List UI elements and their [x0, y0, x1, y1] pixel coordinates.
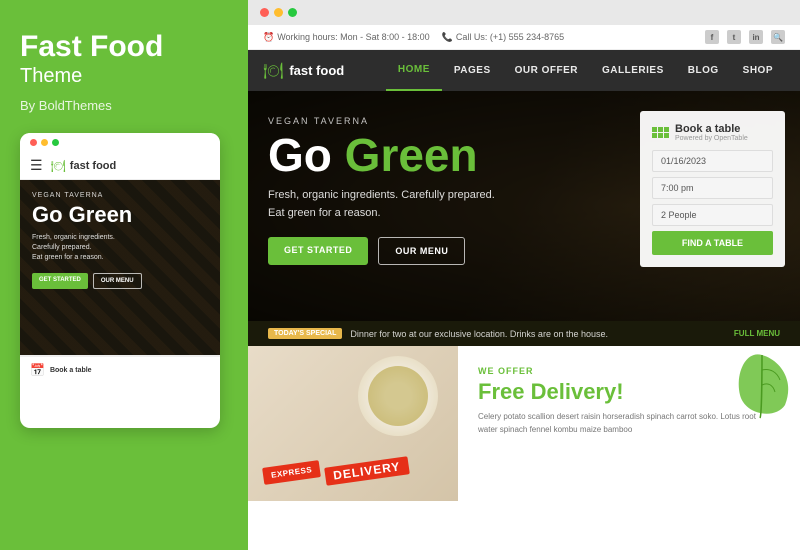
book-title: Book a table [675, 123, 748, 135]
find-table-button[interactable]: Find a table [652, 231, 773, 255]
working-hours: ⏰ Working hours: Mon - Sat 8:00 - 18:00 [263, 32, 430, 43]
brand-subtitle: Theme [20, 65, 228, 88]
main-nav: 🍽 fast food HOME PAGES OUR OFFER GALLERI… [248, 50, 800, 91]
top-bar-left: ⏰ Working hours: Mon - Sat 8:00 - 18:00 … [263, 32, 564, 43]
right-panel: ⏰ Working hours: Mon - Sat 8:00 - 18:00 … [248, 0, 800, 550]
mobile-logo-text: fast food [70, 160, 116, 172]
nav-item-home[interactable]: HOME [386, 50, 442, 91]
mobile-dot-red [30, 139, 37, 146]
full-menu-link[interactable]: FULL MENU [734, 329, 780, 338]
search-icon[interactable]: 🔍 [771, 30, 785, 44]
top-bar: ⏰ Working hours: Mon - Sat 8:00 - 18:00 … [248, 25, 800, 50]
leaf-decoration [735, 350, 790, 420]
nav-item-galleries[interactable]: GALLERIES [590, 51, 676, 90]
nav-logo-area: 🍽 fast food [263, 51, 359, 91]
mobile-top-bar [20, 133, 220, 152]
mobile-logo-area: 🍽 fast food [51, 159, 117, 173]
food-bowl [358, 356, 438, 436]
twitter-icon[interactable]: t [727, 30, 741, 44]
mobile-get-started-button[interactable]: GET STARTED [32, 273, 88, 289]
special-badge: TODAY'S SPECIAL [268, 328, 342, 339]
hero-our-menu-button[interactable]: OUR MENU [378, 237, 465, 265]
nav-logo-text: fast food [289, 63, 344, 78]
browser-chrome [248, 0, 800, 25]
book-time-field[interactable]: 7:00 pm [652, 177, 773, 199]
call-us: 📞 Call Us: (+1) 555 234-8765 [442, 32, 565, 43]
top-bar-right: f t in 🔍 [705, 30, 785, 44]
book-party-field[interactable]: 2 People [652, 204, 773, 226]
nav-item-pages[interactable]: PAGES [442, 51, 503, 90]
delivery-description: Celery potato scallion desert raisin hor… [478, 411, 758, 437]
mobile-nav: ☰ 🍽 fast food [20, 152, 220, 180]
mobile-book-text: Book a table [50, 367, 92, 374]
mobile-our-menu-button[interactable]: OUR MENU [93, 273, 142, 289]
browser-dot-red [260, 8, 269, 17]
working-hours-text: Working hours: Mon - Sat 8:00 - 18:00 [277, 32, 429, 42]
food-image-area: EXPRESS DELIVERY [248, 346, 458, 501]
nav-item-our-offer[interactable]: OUR OFFER [503, 51, 590, 90]
todays-special-bar: TODAY'S SPECIAL Dinner for two at our ex… [248, 321, 800, 346]
nav-logo-icon: 🍽 [263, 61, 283, 81]
bottom-section: EXPRESS DELIVERY WE OFFER Free Delivery!… [248, 346, 800, 501]
mobile-calendar-icon: 📅 [30, 363, 45, 377]
hero-title-go: Go [268, 129, 332, 181]
brand-title: Fast Food [20, 30, 228, 63]
mobile-hero: VEGAN TAVERNA Go Green Fresh, organic in… [20, 180, 220, 355]
desktop-site: ⏰ Working hours: Mon - Sat 8:00 - 18:00 … [248, 25, 800, 535]
browser-dot-yellow [274, 8, 283, 17]
clock-icon: ⏰ [263, 32, 274, 43]
browser-dot-green [288, 8, 297, 17]
hamburger-icon: ☰ [30, 157, 43, 174]
book-table-header: Book a table Powered by OpenTable [652, 123, 773, 142]
mobile-book-bar: 📅 Book a table [20, 355, 220, 383]
hero-get-started-button[interactable]: GET STARTED [268, 237, 368, 265]
phone-icon: 📞 [442, 32, 453, 43]
by-text: By BoldThemes [20, 98, 228, 113]
express-delivery-badge: EXPRESS DELIVERY [263, 460, 408, 481]
special-text: Dinner for two at our exclusive location… [350, 329, 608, 339]
mobile-logo-icon: 🍽 [51, 159, 66, 173]
delivery-text: DELIVERY [324, 456, 409, 485]
book-table-widget: Book a table Powered by OpenTable 01/16/… [640, 111, 785, 267]
call-us-text: Call Us: (+1) 555 234-8765 [456, 32, 564, 42]
nav-item-blog[interactable]: BLOG [676, 51, 731, 90]
delivery-word: Delivery! [531, 379, 624, 404]
nav-item-shop[interactable]: SHOP [731, 51, 785, 90]
free-word: Free [478, 379, 524, 404]
mobile-mockup: ☰ 🍽 fast food VEGAN TAVERNA Go Green Fre… [20, 133, 220, 428]
hero-section: VEGAN TAVERNA Go Green Fresh, organic in… [248, 91, 800, 321]
book-powered: Powered by OpenTable [675, 135, 748, 142]
facebook-icon[interactable]: f [705, 30, 719, 44]
mobile-dot-yellow [41, 139, 48, 146]
instagram-icon[interactable]: in [749, 30, 763, 44]
book-date-field[interactable]: 01/16/2023 [652, 150, 773, 172]
calendar-grid-icon [652, 127, 669, 138]
mobile-dot-green [52, 139, 59, 146]
express-text: EXPRESS [262, 460, 321, 485]
mobile-go-green: Go Green [32, 203, 208, 227]
hero-title-green: Green [345, 129, 478, 181]
mobile-hero-btns: GET STARTED OUR MENU [32, 273, 208, 289]
left-panel: Fast Food Theme By BoldThemes ☰ 🍽 fast f… [0, 0, 248, 550]
mobile-hero-sub: Fresh, organic ingredients. Carefully pr… [32, 233, 208, 262]
mobile-vegan-label: VEGAN TAVERNA [32, 192, 208, 199]
